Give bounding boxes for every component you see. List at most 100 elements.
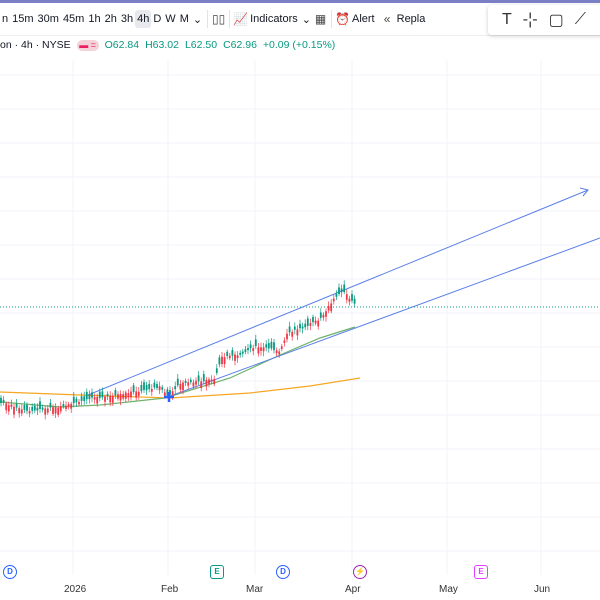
replay-button[interactable]: Repla <box>395 10 428 28</box>
candle-body <box>335 293 338 297</box>
candle-body <box>304 323 307 328</box>
candle-body <box>10 404 13 407</box>
interval-15m[interactable]: 15m <box>10 10 35 28</box>
candle-body <box>153 382 156 388</box>
candle-body <box>15 403 18 408</box>
candle-body <box>228 355 231 359</box>
replay-icon[interactable]: « <box>380 12 395 26</box>
candle-body <box>33 405 36 411</box>
candle-body <box>49 402 52 408</box>
event-marker-dividend[interactable]: D <box>276 565 290 579</box>
text-tool-icon[interactable]: T <box>502 11 512 29</box>
symbol-label[interactable]: on · 4h · NYSE <box>0 39 71 51</box>
rectangle-tool-icon[interactable]: ▢ <box>549 10 564 30</box>
candle-body <box>150 388 153 392</box>
candle-body <box>135 391 138 398</box>
candle-body <box>85 391 88 400</box>
candle-body <box>145 385 148 391</box>
low-value: L62.50 <box>184 39 218 51</box>
candle-body <box>348 298 351 302</box>
candle-body <box>221 356 223 365</box>
indicators-icon[interactable]: 📈 <box>233 12 248 26</box>
candle-body <box>36 407 39 411</box>
candle-body <box>166 389 169 396</box>
interval-30m[interactable]: 30m <box>36 10 61 28</box>
candle-body <box>247 347 249 351</box>
candle-body <box>317 320 320 327</box>
candle-body <box>156 384 158 389</box>
xaxis-label: Jun <box>534 584 551 595</box>
drawing-toolbar: T -¦- ▢ ⟋ <box>488 5 600 35</box>
interval-W[interactable]: W <box>163 10 177 28</box>
interval-3h[interactable]: 3h <box>119 10 135 28</box>
candle-body <box>309 323 312 326</box>
candle-body <box>67 404 70 407</box>
indicators-button[interactable]: Indicators <box>248 10 300 28</box>
event-marker-earnings[interactable]: E <box>210 565 224 579</box>
candle-body <box>301 326 304 329</box>
xaxis-label: 2026 <box>64 584 87 595</box>
candle-body <box>132 385 135 393</box>
candle-body <box>20 409 23 414</box>
indicators-dropdown-icon[interactable]: ⌄ <box>300 10 313 29</box>
candles-chart-type-icon[interactable]: ▯▯ <box>211 12 226 26</box>
candle-body <box>169 390 171 395</box>
candle-body <box>174 386 177 390</box>
chart-legend: on · 4h · NYSE ▬ = O62.84 H63.02 L62.50 … <box>0 39 335 51</box>
interval-partial[interactable]: n <box>0 10 10 28</box>
candle-body <box>262 347 265 352</box>
event-marker-dividend[interactable]: D <box>3 565 17 579</box>
interval-1h[interactable]: 1h <box>86 10 102 28</box>
candle-body <box>124 392 127 399</box>
event-marker-earnings-upcoming[interactable]: E <box>474 565 488 579</box>
candle-body <box>114 390 117 396</box>
candle-body <box>283 340 286 343</box>
candle-body <box>351 294 353 301</box>
candle-body <box>312 316 314 323</box>
candle-body <box>195 380 197 385</box>
candle-body <box>275 350 278 354</box>
candle-body <box>39 401 41 409</box>
candle-body <box>122 394 125 399</box>
candle-body <box>338 287 340 295</box>
legend-badge[interactable]: ▬ = <box>76 39 99 51</box>
candle-body <box>325 311 327 317</box>
interval-2h[interactable]: 2h <box>103 10 119 28</box>
candle-body <box>257 347 260 354</box>
candle-body <box>54 407 57 414</box>
candle-body <box>340 288 343 293</box>
open-value: O62.84 <box>104 39 140 51</box>
candle-body <box>184 380 187 383</box>
candle-body <box>291 331 294 337</box>
candle-body <box>78 401 80 405</box>
candle-body <box>280 346 283 349</box>
candle-body <box>254 339 257 347</box>
candle-body <box>267 343 270 349</box>
candle-body <box>72 396 75 404</box>
event-marker-split[interactable]: ⚡ <box>353 565 367 579</box>
price-chart[interactable] <box>0 0 600 600</box>
candle-body <box>278 351 281 355</box>
arrow-head-icon <box>579 187 589 197</box>
layout-grid-icon[interactable]: ▦ <box>313 12 328 26</box>
candle-body <box>299 323 301 329</box>
candle-body <box>231 350 234 356</box>
candle-body <box>210 379 213 382</box>
interval-M[interactable]: M <box>178 10 191 28</box>
intervals-dropdown-icon[interactable]: ⌄ <box>191 10 204 29</box>
alert-button[interactable]: Alert <box>350 10 377 28</box>
candle-body <box>161 387 164 390</box>
interval-45m[interactable]: 45m <box>61 10 86 28</box>
crosshair-tool-icon[interactable]: -¦- <box>523 11 538 29</box>
trendline-tool-icon[interactable]: ⟋ <box>575 11 586 29</box>
candle-body <box>111 395 114 403</box>
candle-body <box>192 382 195 387</box>
candle-body <box>5 403 8 411</box>
candle-body <box>7 405 10 412</box>
candle-body <box>31 406 34 411</box>
candle-body <box>98 391 101 398</box>
candle-body <box>273 342 275 351</box>
interval-4h[interactable]: 4h <box>135 10 152 28</box>
alarm-clock-icon[interactable]: ⏰ <box>335 12 350 26</box>
interval-D[interactable]: D <box>151 10 163 28</box>
